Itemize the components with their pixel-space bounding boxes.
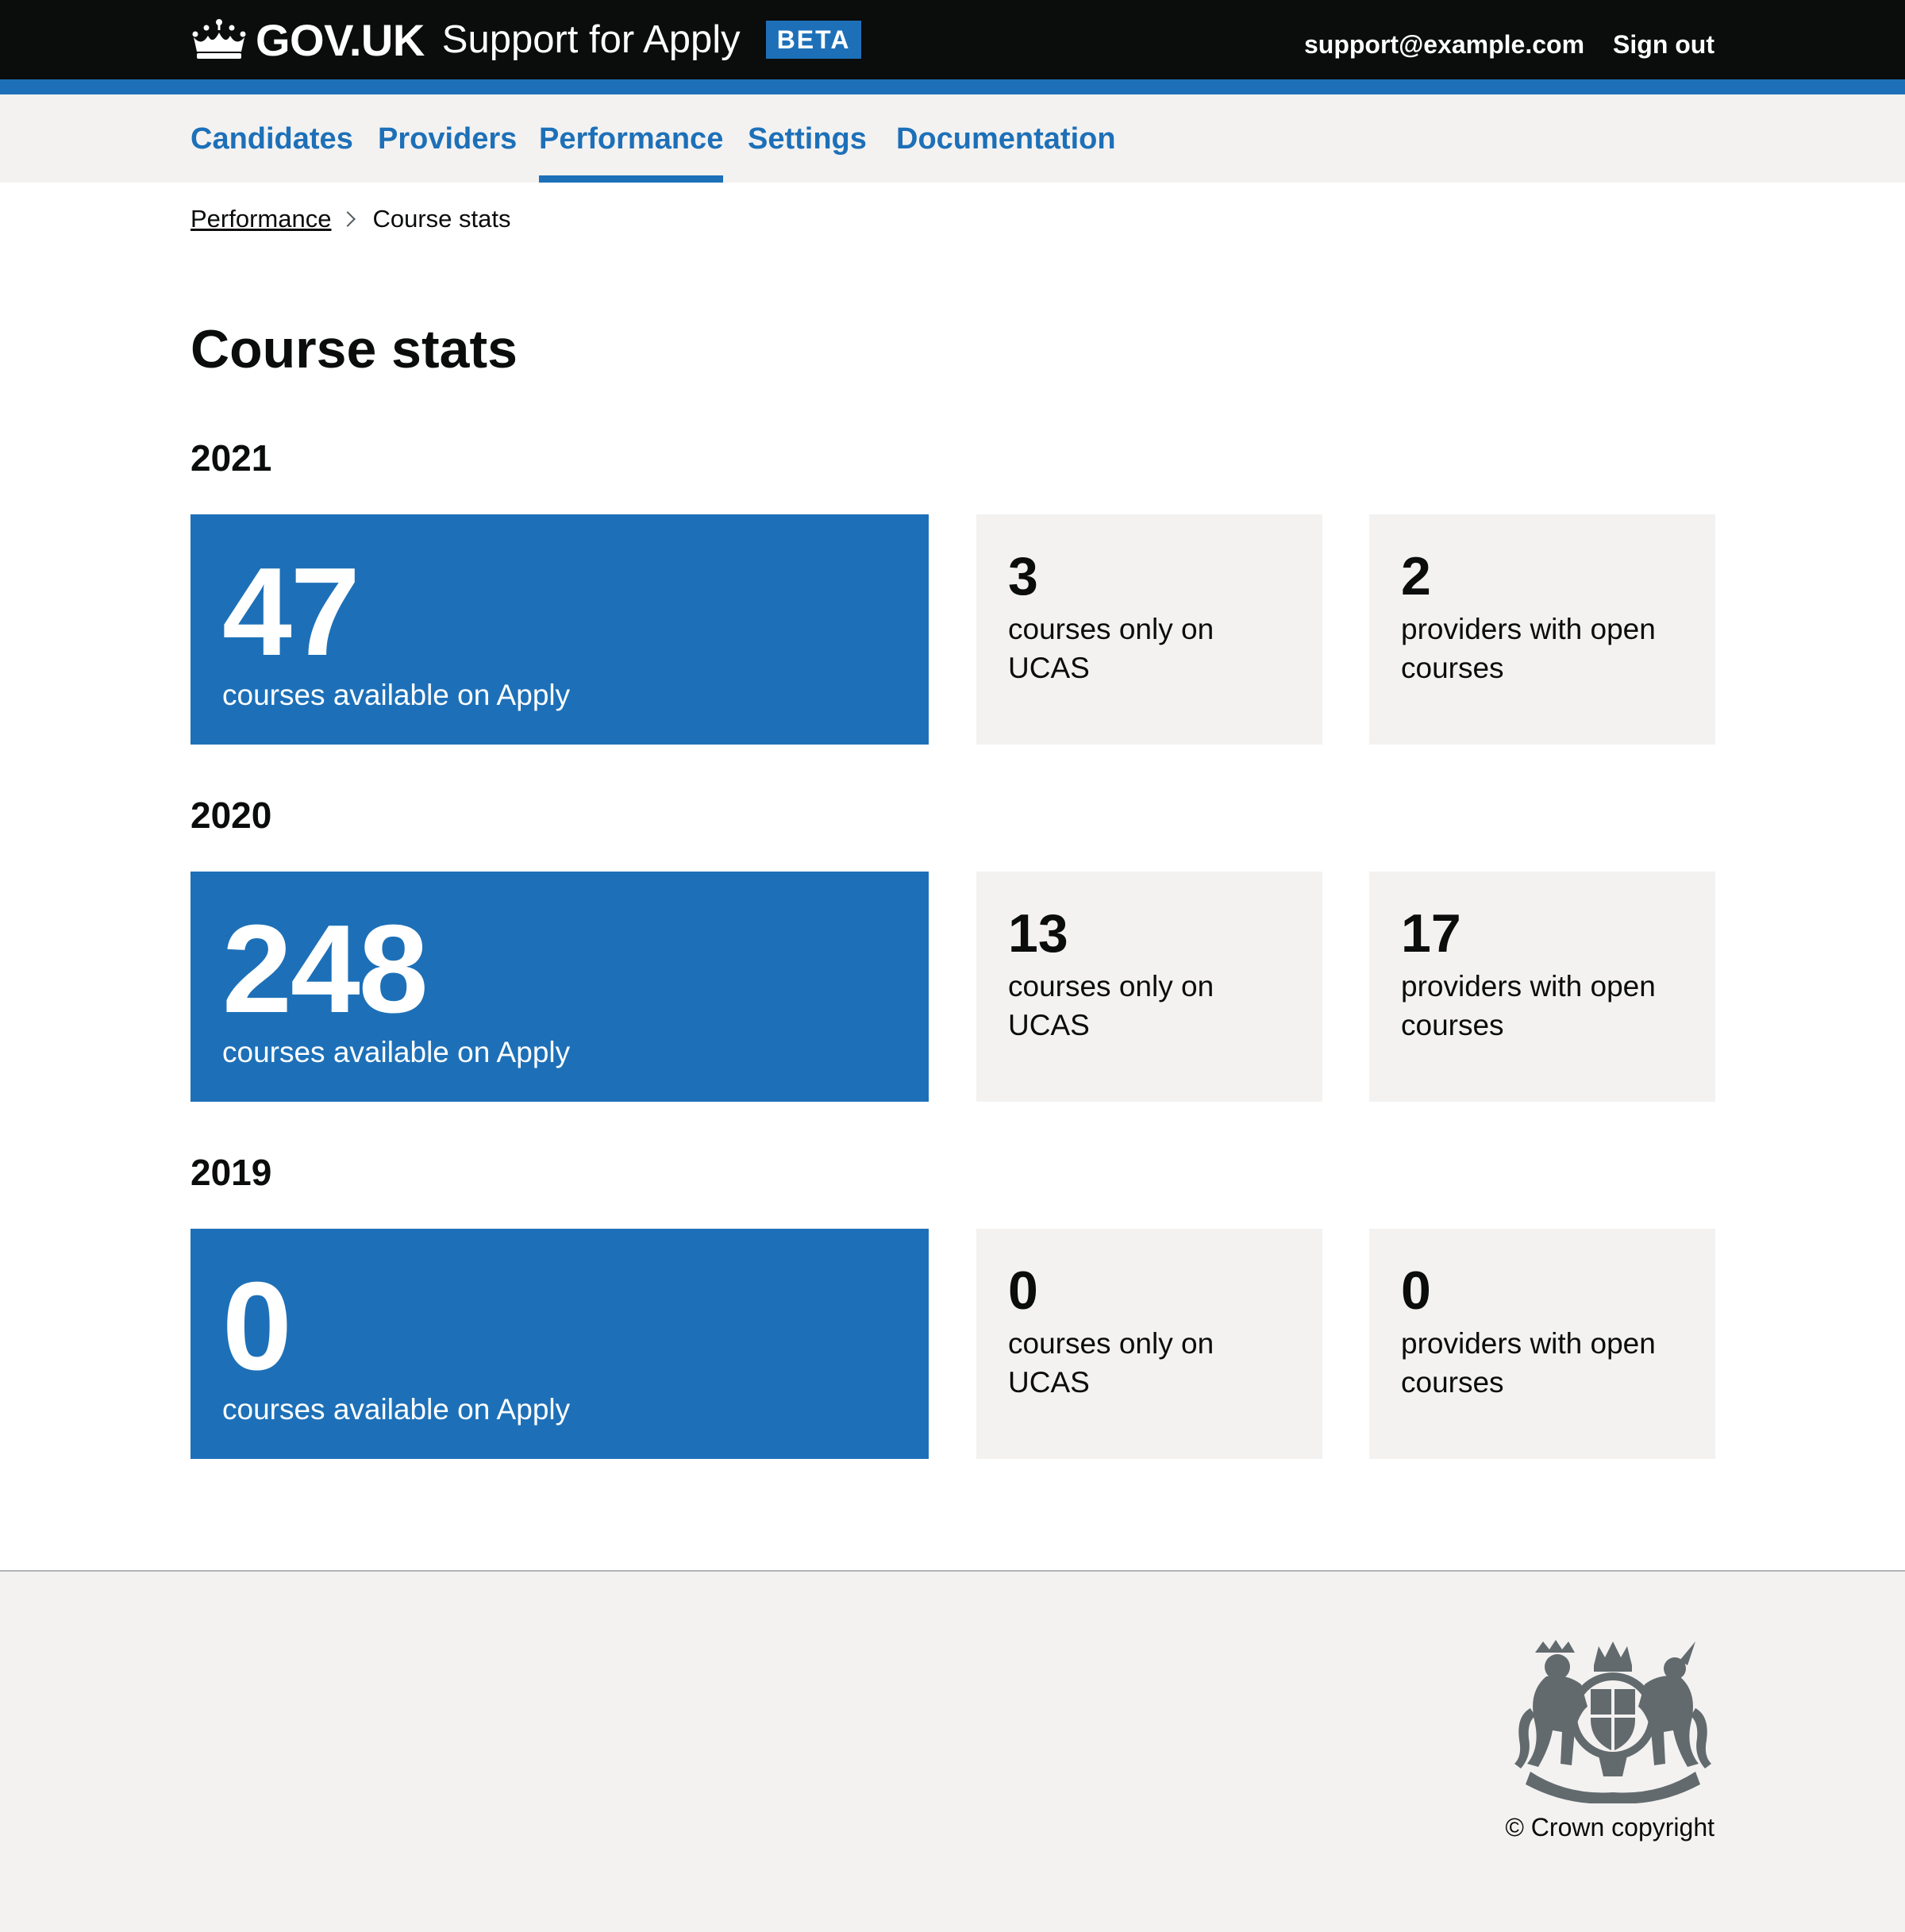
apply-courses-card: 47 courses available on Apply [190,514,929,745]
ucas-only-label: courses only on UCAS [1008,1327,1214,1399]
ucas-only-count: 3 [1008,546,1038,606]
apply-courses-card: 248 courses available on Apply [190,872,929,1102]
nav-item-providers[interactable]: Providers [378,94,517,183]
providers-open-card: 0 providers with open courses [1369,1229,1715,1459]
site-header: GOV.UK Support for Apply BETA support@ex… [0,0,1905,79]
providers-open-count: 2 [1401,546,1431,606]
breadcrumb-performance-link[interactable]: Performance [190,205,331,233]
year-heading: 2020 [190,795,272,836]
ucas-only-card: 3 courses only on UCAS [976,514,1322,745]
ucas-only-card: 0 courses only on UCAS [976,1229,1322,1459]
providers-open-label: providers with open courses [1401,613,1656,684]
royal-coat-of-arms-icon [1514,1640,1711,1803]
apply-courses-card: 0 courses available on Apply [190,1229,929,1459]
nav-item-candidates[interactable]: Candidates [190,94,353,183]
ucas-only-card: 13 courses only on UCAS [976,872,1322,1102]
apply-courses-count: 47 [222,542,360,682]
govuk-logo-link[interactable]: GOV.UK Support for Apply BETA [190,14,862,65]
nav-item-performance[interactable]: Performance [539,94,724,183]
user-email-link[interactable]: support@example.com [1304,30,1584,60]
ucas-only-label: courses only on UCAS [1008,613,1214,684]
ucas-only-count: 13 [1008,903,1068,964]
apply-courses-label: courses available on Apply [222,1393,571,1426]
breadcrumb-current: Course stats [372,205,511,233]
providers-open-card: 2 providers with open courses [1369,514,1715,745]
apply-courses-count: 248 [222,899,429,1039]
providers-open-card: 17 providers with open courses [1369,872,1715,1102]
phase-tag: BETA [765,21,862,59]
primary-navigation: Candidates Providers Performance Setting… [0,94,1905,183]
breadcrumb: Performance Course stats [190,205,510,233]
site-footer: © Crown copyright [0,1570,1905,1932]
crown-icon [192,19,246,59]
apply-courses-label: courses available on Apply [222,1036,571,1068]
header-account-links: support@example.com Sign out [1304,30,1714,60]
crown-copyright-link[interactable]: © Crown copyright [1505,1813,1714,1842]
page-title: Course stats [190,319,518,379]
providers-open-count: 0 [1401,1260,1431,1321]
nav-item-settings[interactable]: Settings [748,94,867,183]
ucas-only-count: 0 [1008,1260,1038,1321]
service-name-link[interactable]: Support for Apply [442,17,741,62]
year-heading: 2019 [190,1152,272,1193]
apply-courses-label: courses available on Apply [222,679,571,711]
apply-courses-count: 0 [222,1257,292,1396]
year-heading: 2021 [190,437,272,479]
providers-open-label: providers with open courses [1401,970,1656,1041]
header-blue-stripe [0,79,1905,94]
providers-open-label: providers with open courses [1401,1327,1656,1399]
nav-item-documentation[interactable]: Documentation [896,94,1116,183]
providers-open-count: 17 [1401,903,1461,964]
ucas-only-label: courses only on UCAS [1008,970,1214,1041]
sign-out-link[interactable]: Sign out [1613,30,1714,60]
chevron-right-icon [340,211,356,227]
govuk-wordmark: GOV.UK [256,14,425,65]
